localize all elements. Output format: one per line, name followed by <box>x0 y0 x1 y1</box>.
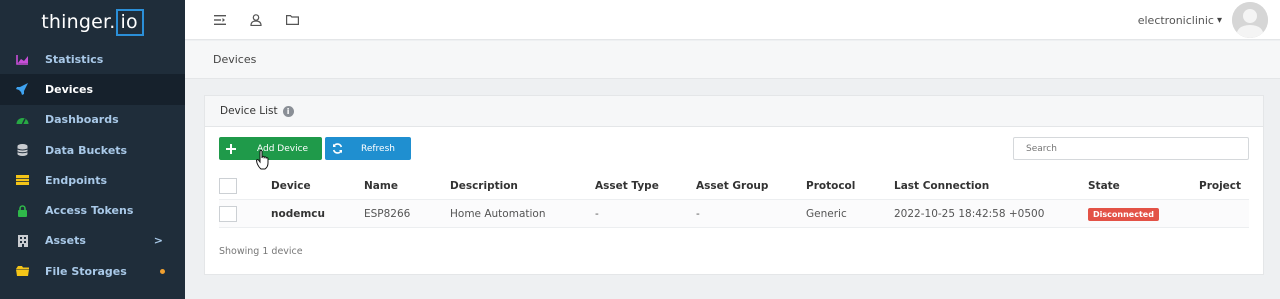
sidebar-item-label: Dashboards <box>45 113 119 127</box>
device-id[interactable]: nodemcu <box>271 200 325 228</box>
sidebar-item-file-storages[interactable]: File Storages <box>0 256 185 286</box>
column-header-asset-type[interactable]: Asset Type <box>595 172 659 200</box>
refresh-button[interactable]: Refresh <box>325 137 411 160</box>
refresh-label: Refresh <box>361 143 395 154</box>
plus-icon <box>219 143 243 154</box>
sidebar-item-label: Data Buckets <box>45 143 128 157</box>
building-icon <box>16 234 29 247</box>
folder-icon[interactable] <box>285 13 299 27</box>
sidebar-item-access-tokens[interactable]: Access Tokens <box>0 195 185 225</box>
user-icon[interactable] <box>249 13 263 27</box>
username: electroniclinic <box>1137 13 1214 27</box>
logo-suffix: io <box>116 8 144 36</box>
device-description: Home Automation <box>450 208 546 220</box>
table-header-row: Device Name Description Asset Type Asset… <box>219 172 1249 200</box>
table-row[interactable]: nodemcu ESP8266 Home Automation - - Gene… <box>219 200 1249 228</box>
add-device-button[interactable]: Add Device <box>219 137 322 160</box>
info-icon[interactable]: i <box>282 105 294 117</box>
sidebar-item-data-buckets[interactable]: Data Buckets <box>0 135 185 165</box>
chevron-right-icon: > <box>153 234 163 248</box>
refresh-icon <box>325 143 349 154</box>
hand-cursor-icon <box>255 149 270 170</box>
column-header-device[interactable]: Device <box>271 172 311 200</box>
sidebar-item-label: Endpoints <box>45 173 108 187</box>
dashboard-icon <box>16 114 29 125</box>
column-header-last-connection[interactable]: Last Connection <box>894 172 989 200</box>
device-table: Device Name Description Asset Type Asset… <box>219 172 1249 228</box>
sidebar-item-assets[interactable]: Assets > <box>0 226 185 256</box>
device-last-connection: 2022-10-25 18:42:58 +0500 <box>894 208 1045 220</box>
sidebar-item-label: Devices <box>45 82 94 96</box>
sidebar: thinger. io Statistics Devices Dashboards… <box>0 0 185 299</box>
sidebar-item-label: Access Tokens <box>45 204 134 218</box>
device-asset-group: - <box>696 208 700 220</box>
device-list-panel: Device List i Add Device Refresh Device … <box>204 95 1264 275</box>
column-header-project[interactable]: Project <box>1199 172 1241 200</box>
lock-icon <box>16 204 29 217</box>
sidebar-item-dashboards[interactable]: Dashboards <box>0 105 185 135</box>
chart-icon <box>16 54 29 65</box>
panel-title: Device List <box>220 105 278 117</box>
topbar: electroniclinic ▾ <box>185 0 1280 40</box>
table-footer: Showing 1 device <box>219 246 303 257</box>
breadcrumb-devices: Devices <box>213 53 257 66</box>
notification-dot <box>160 268 165 274</box>
column-header-protocol[interactable]: Protocol <box>806 172 855 200</box>
sidebar-item-statistics[interactable]: Statistics <box>0 44 185 74</box>
search-input[interactable] <box>1013 137 1249 160</box>
device-state: Disconnected <box>1088 200 1159 228</box>
column-header-asset-group[interactable]: Asset Group <box>696 172 768 200</box>
rocket-icon <box>16 83 29 96</box>
device-protocol: Generic <box>806 208 847 220</box>
column-header-description[interactable]: Description <box>450 172 518 200</box>
endpoints-icon <box>16 175 29 186</box>
sidebar-item-label: Statistics <box>45 52 104 66</box>
select-all-checkbox[interactable] <box>219 178 237 194</box>
logo-text: thinger. io <box>41 8 144 36</box>
breadcrumb: Devices <box>185 41 1280 79</box>
database-icon <box>16 144 29 157</box>
panel-header: Device List i <box>205 96 1263 127</box>
device-name: ESP8266 <box>364 208 411 220</box>
row-checkbox[interactable] <box>219 206 237 222</box>
column-header-name[interactable]: Name <box>364 172 398 200</box>
column-header-state[interactable]: State <box>1088 172 1120 200</box>
user-menu[interactable]: electroniclinic ▾ <box>1138 0 1268 40</box>
toolbar: Add Device Refresh <box>219 137 1249 161</box>
device-asset-type: - <box>595 208 599 220</box>
sidebar-item-label: Assets <box>45 234 86 248</box>
sidebar-item-devices[interactable]: Devices <box>0 74 185 105</box>
avatar[interactable] <box>1232 2 1268 38</box>
sidebar-item-label: File Storages <box>45 264 127 278</box>
status-badge: Disconnected <box>1088 207 1159 221</box>
sidebar-item-endpoints[interactable]: Endpoints <box>0 165 185 195</box>
logo[interactable]: thinger. io <box>0 0 185 44</box>
sidebar-toggle-icon[interactable] <box>213 13 227 27</box>
caret-down-icon: ▾ <box>1216 14 1222 26</box>
folder-icon <box>16 266 29 277</box>
